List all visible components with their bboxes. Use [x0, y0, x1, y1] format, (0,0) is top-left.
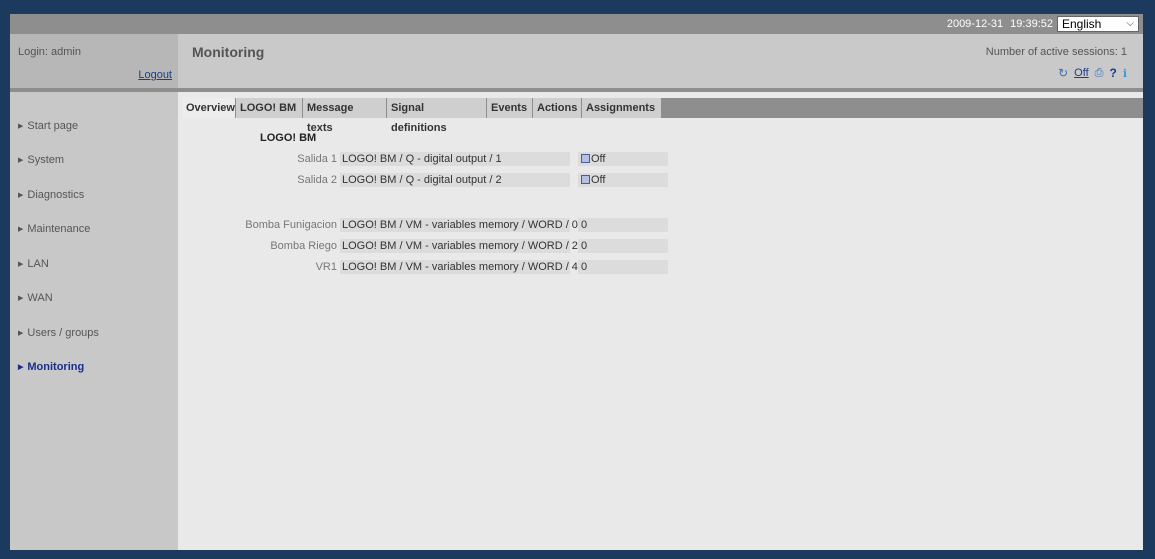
chevron-down-icon: ⌵: [1126, 18, 1134, 29]
sidebar-item-label: Diagnostics: [27, 189, 85, 201]
arrow-right-icon: ▶: [18, 157, 24, 164]
sidebar-item-wan[interactable]: ▶ WAN: [18, 292, 53, 304]
digital-output-icon: [581, 175, 590, 184]
arrow-right-icon: ▶: [18, 123, 24, 130]
row-value-text: Off: [591, 174, 606, 186]
row-source: LOGO! BM / VM - variables memory / WORD …: [340, 218, 578, 232]
help-icon[interactable]: ?: [1109, 66, 1116, 80]
tab-signal-definitions[interactable]: Signal definitions: [387, 98, 487, 134]
tab-events[interactable]: Events: [487, 98, 533, 118]
sidebar-item-monitoring[interactable]: ▶ Monitoring: [18, 361, 84, 373]
refresh-icon[interactable]: ↻: [1058, 66, 1068, 80]
row-value-text: Off: [591, 153, 606, 165]
tab-logo-bm[interactable]: LOGO! BM: [236, 98, 303, 118]
auto-refresh-off-link[interactable]: Off: [1074, 67, 1088, 79]
group-title: LOGO! BM: [260, 132, 317, 144]
sidebar-item-users-groups[interactable]: ▶ Users / groups: [18, 327, 99, 339]
header-separator: [10, 88, 1143, 92]
overview-panel: LOGO! BM Salida 1 LOGO! BM / Q - digital…: [182, 118, 1143, 550]
language-select[interactable]: English ⌵: [1057, 16, 1139, 32]
top-bar: 2009-12-31 19:39:52 English ⌵: [10, 14, 1143, 34]
arrow-right-icon: ▶: [18, 261, 24, 268]
language-value: English: [1062, 17, 1102, 31]
arrow-right-icon: ▶: [18, 330, 24, 337]
row-source: LOGO! BM / VM - variables memory / WORD …: [340, 239, 578, 253]
row-label: Salida 2: [297, 174, 337, 186]
digital-output-icon: [581, 154, 590, 163]
active-sessions-text: Number of active sessions: 1: [985, 46, 1127, 58]
login-label: Login: admin: [18, 46, 81, 58]
date-text: 2009-12-31: [946, 18, 1004, 30]
row-source: LOGO! BM / Q - digital output / 2: [340, 173, 570, 187]
sidebar-item-system[interactable]: ▶ System: [18, 154, 64, 166]
sidebar-item-label: LAN: [27, 258, 49, 270]
sidebar-item-label: Users / groups: [27, 327, 99, 339]
sidebar-item-label: Start page: [27, 120, 79, 132]
sidebar-item-label: Maintenance: [27, 223, 91, 235]
date-time: 2009-12-31 19:39:52: [947, 18, 1053, 30]
sidebar-item-label: WAN: [27, 292, 53, 304]
row-value: 0: [578, 239, 668, 253]
browser-frame: 2009-12-31 19:39:52 English ⌵ Login: adm…: [10, 14, 1143, 550]
tab-message-texts[interactable]: Message texts: [303, 98, 387, 134]
row-label: VR1: [315, 261, 337, 273]
row-value: 0: [578, 260, 668, 274]
sidebar-item-diagnostics[interactable]: ▶ Diagnostics: [18, 189, 84, 201]
sidebar-item-maintenance[interactable]: ▶ Maintenance: [18, 223, 90, 235]
sidebar-item-label: System: [27, 154, 65, 166]
arrow-right-icon: ▶: [18, 364, 24, 371]
row-value: 0: [578, 218, 668, 232]
header-tools: ↻ Off ⎙ ? ℹ: [1058, 66, 1127, 80]
tab-overview[interactable]: Overview: [182, 98, 236, 118]
row-value[interactable]: Off: [578, 152, 668, 166]
arrow-right-icon: ▶: [18, 226, 24, 233]
arrow-right-icon: ▶: [18, 295, 24, 302]
logout-link[interactable]: Logout: [138, 69, 172, 81]
row-label: Bomba Riego: [270, 240, 337, 252]
row-source: LOGO! BM / Q - digital output / 1: [340, 152, 570, 166]
tab-bar: Overview LOGO! BM Message texts Signal d…: [182, 98, 1143, 134]
row-value[interactable]: Off: [578, 173, 668, 187]
sidebar-item-label: Monitoring: [27, 361, 85, 373]
sidebar-item-lan[interactable]: ▶ LAN: [18, 258, 49, 270]
info-icon[interactable]: ℹ: [1123, 67, 1127, 80]
row-source: LOGO! BM / VM - variables memory / WORD …: [340, 260, 578, 274]
header: Login: admin Logout Monitoring Number of…: [10, 34, 1143, 88]
time-text: 19:39:52: [1010, 18, 1053, 30]
row-label: Bomba Funigacion: [245, 219, 337, 231]
arrow-right-icon: ▶: [18, 192, 24, 199]
tab-assignments[interactable]: Assignments: [582, 98, 662, 118]
page-title: Monitoring: [192, 44, 265, 60]
row-label: Salida 1: [297, 153, 337, 165]
login-box: Login: admin Logout: [10, 34, 178, 88]
sidebar-item-start-page[interactable]: ▶ Start page: [18, 120, 78, 132]
print-icon[interactable]: ⎙: [1095, 67, 1104, 80]
sidebar: ▶ Start page ▶ System ▶ Diagnostics ▶ Mainte…: [10, 92, 178, 550]
tab-actions[interactable]: Actions: [533, 98, 582, 118]
